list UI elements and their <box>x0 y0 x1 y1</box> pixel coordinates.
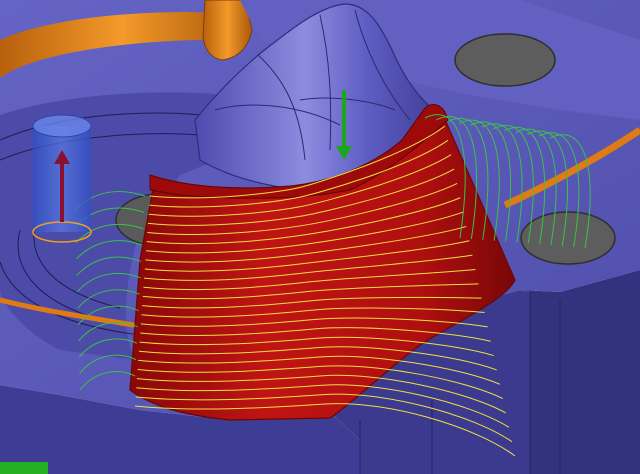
part-side-right-step <box>520 270 640 474</box>
cam-scene[interactable] <box>0 0 640 474</box>
hole-right <box>520 211 616 265</box>
cam-viewport[interactable] <box>0 0 640 474</box>
floor-strip <box>0 462 48 474</box>
hole-top-right <box>454 33 556 87</box>
